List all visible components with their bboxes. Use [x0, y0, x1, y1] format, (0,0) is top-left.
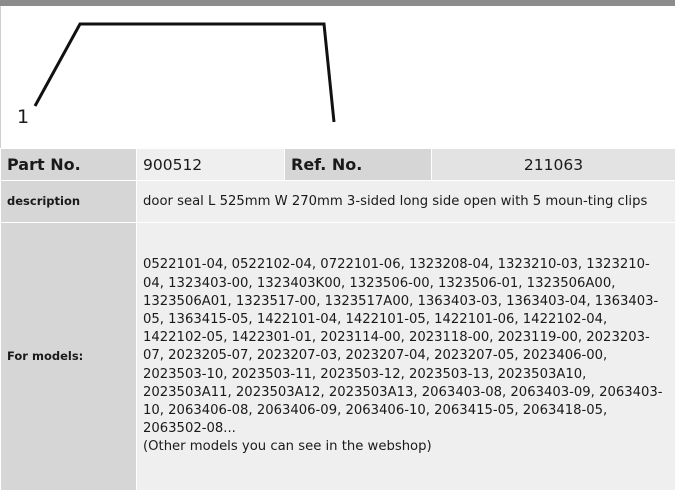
description-row: description door seal L 525mm W 270mm 3-… — [0, 180, 675, 223]
models-webshop-note: (Other models you can see in the webshop… — [143, 439, 432, 455]
part-no-label: Part No. — [0, 148, 137, 181]
models-value: 0522101-04, 0522102-04, 0722101-06, 1323… — [136, 222, 675, 491]
door-seal-drawing — [33, 22, 336, 123]
models-row: For models: 0522101-04, 0522102-04, 0722… — [0, 222, 675, 491]
ref-no-value: 211063 — [431, 148, 675, 181]
figure-number: 1 — [17, 106, 30, 128]
description-value: door seal L 525mm W 270mm 3-sided long s… — [136, 180, 675, 223]
part-spec-table: Part No. 900512 Ref. No. 211063 descript… — [0, 148, 675, 491]
models-list: 0522101-04, 0522102-04, 0722101-06, 1323… — [143, 257, 663, 437]
part-diagram: 1 — [0, 6, 675, 148]
models-label: For models: — [0, 222, 137, 491]
description-label: description — [0, 180, 137, 223]
part-no-value: 900512 — [136, 148, 285, 181]
part-number-row: Part No. 900512 Ref. No. 211063 — [0, 148, 675, 181]
ref-no-label: Ref. No. — [284, 148, 432, 181]
